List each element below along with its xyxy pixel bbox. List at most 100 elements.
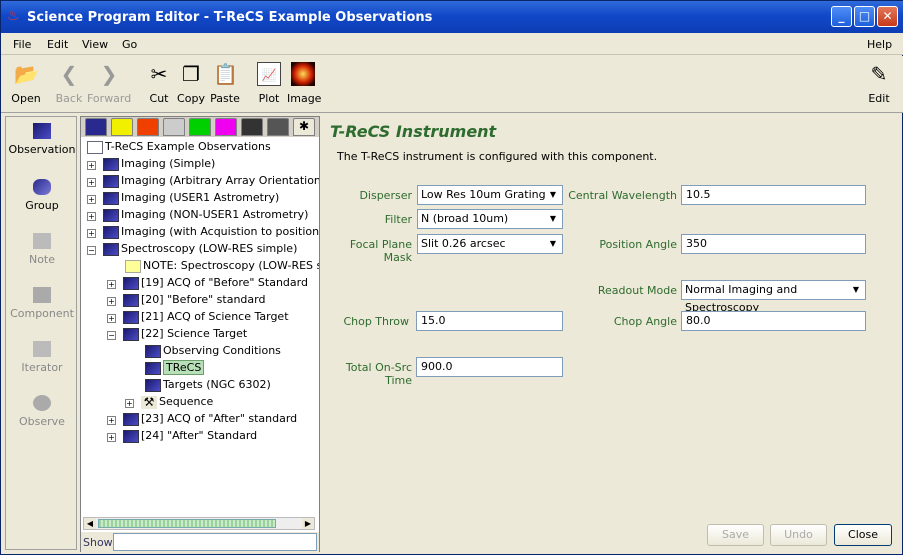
- chop-angle-label: Chop Angle: [613, 315, 677, 328]
- disperser-select[interactable]: Low Res 10um Grating ▼: [417, 185, 563, 205]
- tab-green[interactable]: [189, 118, 211, 136]
- close-button[interactable]: Close: [834, 524, 892, 546]
- tree-root[interactable]: T-ReCS Example Observations: [87, 138, 271, 155]
- tree-item[interactable]: Spectroscopy (LOW-RES simple): [103, 240, 297, 257]
- tree-item[interactable]: [24] "After" Standard: [123, 427, 257, 444]
- maximize-button[interactable]: □: [854, 6, 875, 27]
- collapse-icon[interactable]: −: [107, 331, 116, 340]
- program-tree: T-ReCS Example Observations + Imaging (S…: [81, 137, 319, 515]
- cut-button[interactable]: ✂ Cut: [147, 62, 171, 105]
- group-icon: [103, 191, 119, 205]
- plot-button[interactable]: 📈 Plot: [257, 62, 281, 105]
- focal-plane-mask-select[interactable]: Slit 0.26 arcsec ▼: [417, 234, 563, 254]
- chop-throw-label: Chop Throw: [343, 315, 409, 328]
- show-filter-row: Show: [81, 532, 319, 552]
- open-button[interactable]: 📂 Open: [11, 62, 41, 105]
- palette-group[interactable]: Group: [6, 179, 78, 212]
- palette-iterator[interactable]: Iterator: [6, 341, 78, 374]
- group-icon: [103, 208, 119, 222]
- image-button[interactable]: Image: [287, 62, 321, 105]
- expand-icon[interactable]: +: [87, 195, 96, 204]
- expand-icon[interactable]: +: [107, 280, 116, 289]
- tree-item[interactable]: [21] ACQ of Science Target: [123, 308, 289, 325]
- copy-button[interactable]: ❐ Copy: [177, 62, 205, 105]
- central-wavelength-field[interactable]: 10.5: [681, 185, 866, 205]
- editor-title: T-ReCS Instrument: [330, 122, 497, 141]
- position-angle-label: Position Angle: [599, 238, 677, 251]
- palette-observe[interactable]: Observe: [6, 395, 78, 428]
- expand-icon[interactable]: +: [87, 212, 96, 221]
- tree-item[interactable]: [19] ACQ of "Before" Standard: [123, 274, 308, 291]
- tree-tabs: ✱: [81, 117, 319, 137]
- java-icon: ♨: [7, 8, 20, 24]
- tree-item[interactable]: [22] Science Target: [123, 325, 247, 342]
- observation-icon: [123, 327, 139, 341]
- menu-help[interactable]: Help: [867, 38, 892, 51]
- tab-dark[interactable]: [241, 118, 263, 136]
- group-icon: [103, 242, 119, 256]
- observation-icon: [123, 310, 139, 324]
- expand-icon[interactable]: +: [107, 297, 116, 306]
- chop-angle-field[interactable]: 80.0: [681, 311, 866, 331]
- total-on-src-time-field[interactable]: 900.0: [416, 357, 563, 377]
- menu-edit[interactable]: Edit: [47, 38, 68, 51]
- menu-go[interactable]: Go: [122, 38, 137, 51]
- close-window-button[interactable]: ✕: [877, 6, 898, 27]
- tab-magenta[interactable]: [215, 118, 237, 136]
- scroll-left-icon[interactable]: ◀: [84, 518, 96, 529]
- tree-item[interactable]: ⚒ Sequence: [141, 393, 213, 410]
- minimize-button[interactable]: _: [831, 6, 852, 27]
- palette-observation[interactable]: Observation: [6, 123, 78, 156]
- undo-button[interactable]: Undo: [770, 524, 827, 546]
- back-button[interactable]: ❮ Back: [55, 62, 83, 105]
- expand-icon[interactable]: +: [125, 399, 134, 408]
- tab-red[interactable]: [137, 118, 159, 136]
- tree-item[interactable]: Imaging (Simple): [103, 155, 215, 172]
- tree-item[interactable]: [20] "Before" standard: [123, 291, 265, 308]
- tab-yellow[interactable]: [111, 118, 133, 136]
- palette-note[interactable]: Note: [6, 233, 78, 266]
- paste-button[interactable]: 📋 Paste: [210, 62, 240, 105]
- expand-icon[interactable]: +: [107, 433, 116, 442]
- observation-icon: [123, 293, 139, 307]
- scroll-thumb[interactable]: [98, 519, 276, 528]
- menu-view[interactable]: View: [82, 38, 108, 51]
- save-button[interactable]: Save: [707, 524, 764, 546]
- expand-icon[interactable]: +: [87, 161, 96, 170]
- show-filter-input[interactable]: [113, 533, 317, 551]
- filter-select[interactable]: N (broad 10um) ▼: [417, 209, 563, 229]
- window-title: Science Program Editor - T-ReCS Example …: [27, 10, 433, 25]
- tab-group[interactable]: ✱: [293, 118, 315, 136]
- chop-throw-field[interactable]: 15.0: [416, 311, 563, 331]
- tree-item[interactable]: NOTE: Spectroscopy (LOW-RES sim: [125, 257, 319, 274]
- tree-item[interactable]: [23] ACQ of "After" standard: [123, 410, 297, 427]
- forward-button[interactable]: ❯ Forward: [87, 62, 131, 105]
- tree-horizontal-scrollbar[interactable]: ◀ ▶: [83, 517, 315, 530]
- menu-file[interactable]: File: [13, 38, 31, 51]
- tree-item[interactable]: Imaging (Arbitrary Array Orientation): [103, 172, 319, 189]
- tree-item[interactable]: Targets (NGC 6302): [145, 376, 271, 393]
- tab-dark-2[interactable]: [267, 118, 289, 136]
- expand-icon[interactable]: +: [107, 314, 116, 323]
- expand-icon[interactable]: +: [87, 178, 96, 187]
- tab-blue[interactable]: [85, 118, 107, 136]
- position-angle-field[interactable]: 350: [681, 234, 866, 254]
- chevron-down-icon: ▼: [549, 214, 557, 223]
- readout-mode-select[interactable]: Normal Imaging and Spectroscopy ▼: [681, 280, 866, 314]
- scroll-right-icon[interactable]: ▶: [302, 518, 314, 529]
- tree-item[interactable]: Imaging (NON-USER1 Astrometry): [103, 206, 308, 223]
- expand-icon[interactable]: +: [87, 229, 96, 238]
- collapse-icon[interactable]: −: [87, 246, 96, 255]
- edit-button[interactable]: ✎ Edit: [867, 62, 891, 105]
- tree-item-selected[interactable]: TReCS: [145, 359, 205, 376]
- group-icon: [103, 174, 119, 188]
- tab-gray[interactable]: [163, 118, 185, 136]
- arrow-right-icon: ❯: [100, 62, 118, 86]
- observation-icon: [123, 412, 139, 426]
- expand-icon[interactable]: +: [107, 416, 116, 425]
- palette-component[interactable]: Component: [6, 287, 78, 320]
- tree-item[interactable]: Imaging (with Acquistion to position on …: [103, 223, 319, 240]
- component-icon: [33, 287, 51, 303]
- tree-item[interactable]: Imaging (USER1 Astrometry): [103, 189, 279, 206]
- tree-item[interactable]: Observing Conditions: [145, 342, 281, 359]
